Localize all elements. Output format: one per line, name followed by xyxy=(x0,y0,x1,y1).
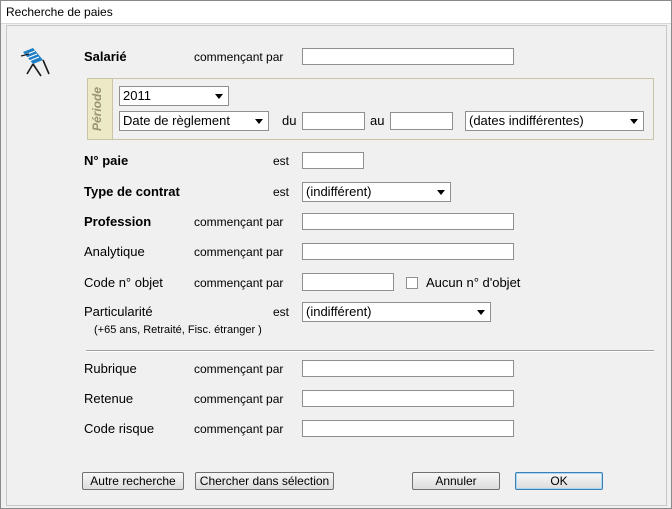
profession-label: Profession xyxy=(84,214,152,229)
annuler-button[interactable]: Annuler xyxy=(412,472,500,490)
rubrique-input[interactable] xyxy=(302,360,514,377)
salarie-input[interactable] xyxy=(302,48,514,65)
window-title: Recherche de paies xyxy=(6,5,113,19)
no-paie-label: N° paie xyxy=(84,153,129,168)
no-paie-op: est xyxy=(273,154,290,168)
periode-tab-label: Période xyxy=(90,86,104,131)
type-contrat-op: est xyxy=(273,185,290,199)
salarie-op: commençant par xyxy=(194,50,284,64)
code-objet-op: commençant par xyxy=(194,276,284,290)
au-label: au xyxy=(370,113,385,128)
year-select[interactable]: 2011 xyxy=(119,86,229,106)
code-objet-label: Code n° objet xyxy=(84,275,163,290)
section-divider xyxy=(86,350,654,352)
date-range-mode-select[interactable]: (dates indifférentes) xyxy=(465,111,644,131)
particularite-hint: (+65 ans, Retraité, Fisc. étranger ) xyxy=(94,324,262,336)
du-label: du xyxy=(282,113,297,128)
analytique-op: commençant par xyxy=(194,245,284,259)
particularite-op: est xyxy=(273,305,290,319)
analytique-input[interactable] xyxy=(302,243,514,260)
title-bar: Recherche de paies xyxy=(1,1,671,24)
date-type-select[interactable]: Date de règlement xyxy=(119,111,269,131)
chevron-down-icon xyxy=(477,310,485,315)
retenue-input[interactable] xyxy=(302,390,514,407)
search-panel: Salarié commençant par Période 2011 Date… xyxy=(6,25,667,506)
dialog-window: Recherche de paies Salarié commençant pa… xyxy=(0,0,672,509)
type-contrat-select[interactable]: (indifférent) xyxy=(302,182,451,202)
du-date-input[interactable] xyxy=(302,112,365,130)
profession-op: commençant par xyxy=(194,215,284,229)
aucun-objet-checkbox[interactable] xyxy=(406,277,418,289)
date-range-mode-value: (dates indifférentes) xyxy=(469,113,584,128)
profession-input[interactable] xyxy=(302,213,514,230)
date-type-value: Date de règlement xyxy=(123,113,230,128)
particularite-select[interactable]: (indifférent) xyxy=(302,302,491,322)
rubrique-op: commençant par xyxy=(194,362,284,376)
periode-tab: Période xyxy=(88,79,113,139)
salarie-label: Salarié xyxy=(84,49,127,64)
year-select-value: 2011 xyxy=(123,88,151,103)
rubrique-label: Rubrique xyxy=(84,361,137,376)
type-contrat-label: Type de contrat xyxy=(84,184,180,199)
periode-group: Période 2011 Date de règlement du au (da… xyxy=(87,78,654,140)
au-date-input[interactable] xyxy=(390,112,453,130)
retenue-label: Retenue xyxy=(84,391,134,406)
ok-button[interactable]: OK xyxy=(515,472,603,490)
code-risque-label: Code risque xyxy=(84,421,155,436)
particularite-value: (indifférent) xyxy=(306,304,372,319)
palm-chair-logo-icon xyxy=(20,48,50,77)
analytique-label: Analytique xyxy=(84,244,145,259)
code-objet-input[interactable] xyxy=(302,273,394,291)
chevron-down-icon xyxy=(255,119,263,124)
no-paie-input[interactable] xyxy=(302,152,364,169)
chevron-down-icon xyxy=(437,190,445,195)
chercher-selection-button[interactable]: Chercher dans sélection xyxy=(195,472,334,490)
chevron-down-icon xyxy=(215,94,223,99)
chevron-down-icon xyxy=(630,119,638,124)
code-risque-op: commençant par xyxy=(194,422,284,436)
aucun-objet-label: Aucun n° d'objet xyxy=(426,275,521,290)
code-risque-input[interactable] xyxy=(302,420,514,437)
autre-recherche-button[interactable]: Autre recherche xyxy=(82,472,184,490)
retenue-op: commençant par xyxy=(194,392,284,406)
particularite-label: Particularité xyxy=(84,304,153,319)
type-contrat-value: (indifférent) xyxy=(306,184,372,199)
